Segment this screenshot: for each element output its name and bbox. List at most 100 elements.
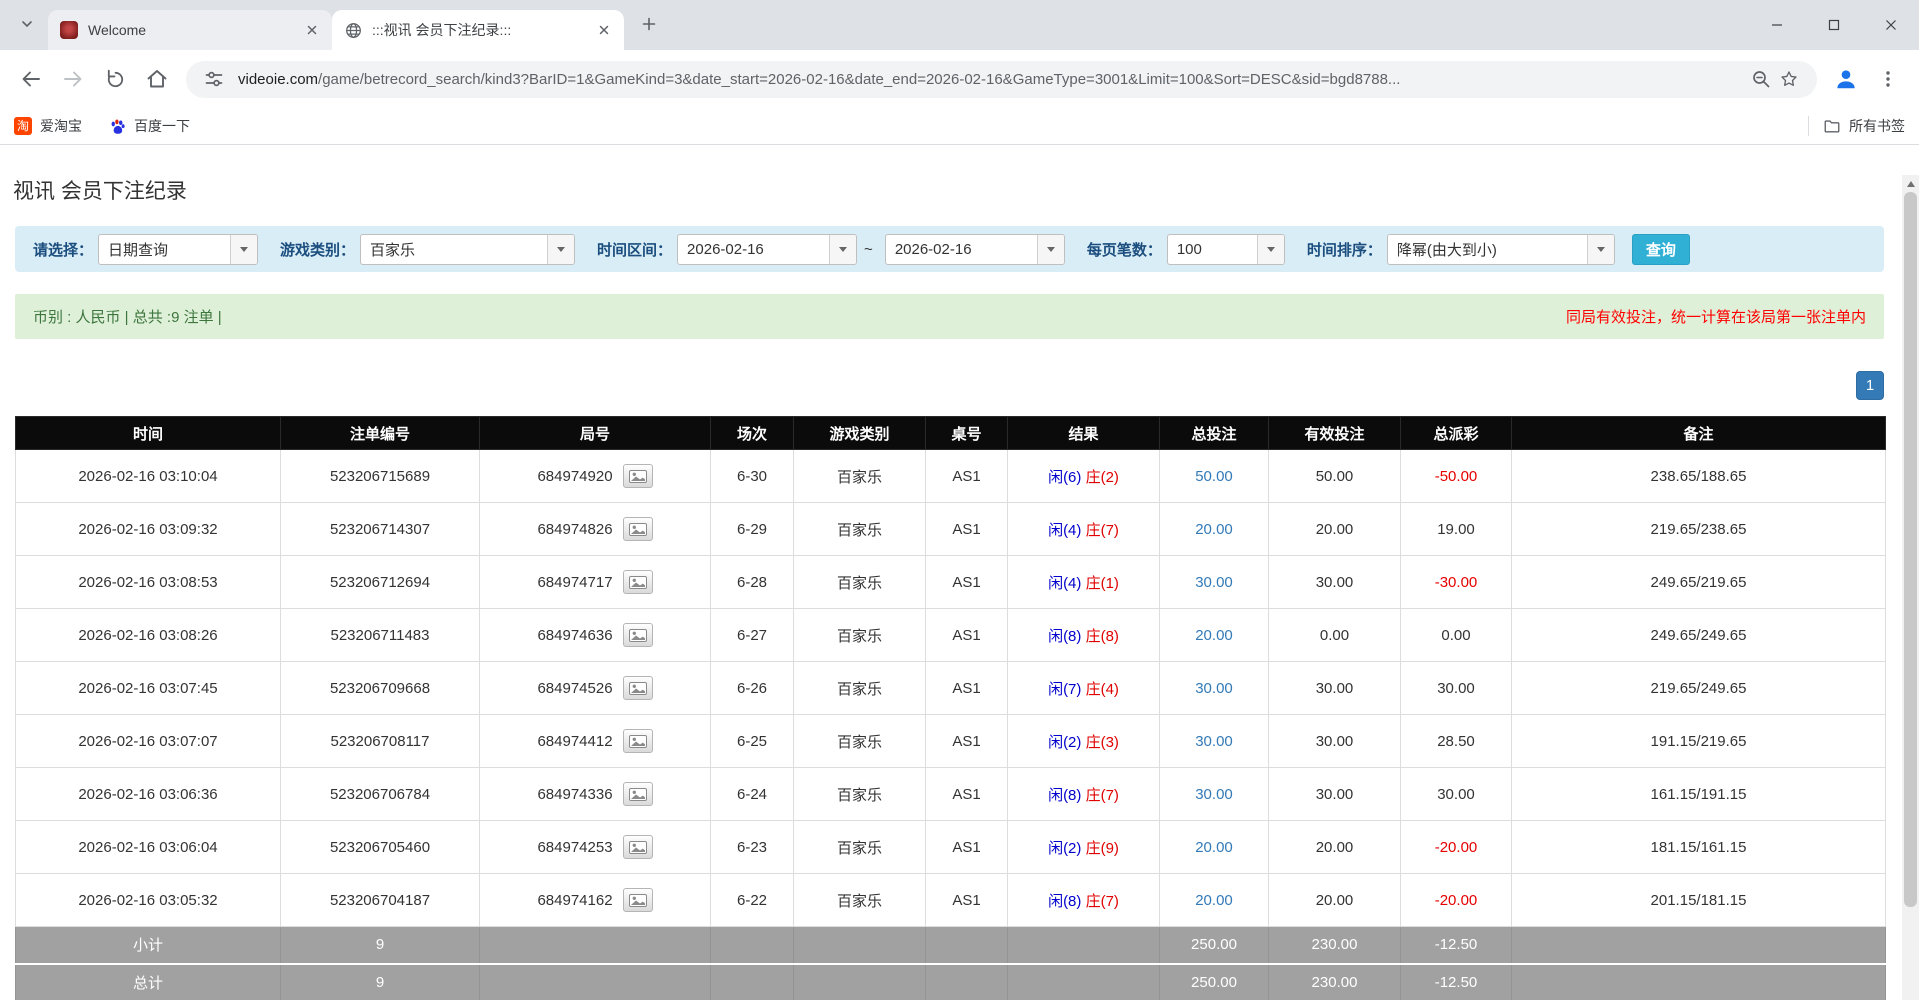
game-type-cell: 百家乐 xyxy=(794,821,926,874)
url-path: /game/betrecord_search/kind3?BarID=1&Gam… xyxy=(318,71,1400,88)
valid-bet-cell: 0.00 xyxy=(1269,609,1401,662)
url-text: videoie.com/game/betrecord_search/kind3?… xyxy=(238,71,1747,88)
maximize-button[interactable] xyxy=(1805,0,1862,50)
date-mode-value: 日期查询 xyxy=(99,235,230,264)
replay-video-button[interactable] xyxy=(623,888,653,912)
replay-video-button[interactable] xyxy=(623,570,653,594)
close-button[interactable] xyxy=(1862,0,1919,50)
tab-close-icon[interactable] xyxy=(302,20,322,40)
dropdown-arrow-icon[interactable] xyxy=(1257,235,1284,264)
bookmark-baidu[interactable]: 百度一下 xyxy=(108,116,190,136)
round-number: 684974412 xyxy=(537,733,612,750)
round-number: 684974253 xyxy=(537,839,612,856)
game-type-select[interactable]: 百家乐 xyxy=(360,234,575,265)
filter-label-sort: 时间排序： xyxy=(1307,239,1382,260)
tab-close-icon[interactable] xyxy=(594,20,614,40)
zoom-icon[interactable] xyxy=(1747,65,1775,93)
browser-menu-button[interactable] xyxy=(1870,61,1906,97)
footer-empty-cell xyxy=(794,927,926,964)
result-banker: 庄(9) xyxy=(1086,840,1119,857)
date-end-select[interactable]: 2026-02-16 xyxy=(885,234,1065,265)
dropdown-arrow-icon[interactable] xyxy=(829,235,856,264)
replay-video-button[interactable] xyxy=(623,676,653,700)
bet-id-cell: 523206712694 xyxy=(281,556,480,609)
baidu-paw-icon xyxy=(108,117,126,135)
all-bookmarks-label: 所有书签 xyxy=(1849,116,1905,136)
session-cell: 6-26 xyxy=(711,662,794,715)
page-1-button[interactable]: 1 xyxy=(1856,371,1884,400)
game-type-cell: 百家乐 xyxy=(794,609,926,662)
tab-search-button[interactable] xyxy=(12,11,42,41)
dropdown-arrow-icon[interactable] xyxy=(230,235,257,264)
payout-cell: 0.00 xyxy=(1401,609,1512,662)
forward-button[interactable] xyxy=(55,61,91,97)
bet-id-cell: 523206704187 xyxy=(281,874,480,927)
time-cell: 2026-02-16 03:10:04 xyxy=(16,450,281,503)
col-header-time: 时间 xyxy=(16,417,281,450)
total-bet-cell: 30.00 xyxy=(1160,556,1269,609)
tab-bet-record[interactable]: :::视讯 会员下注纪录::: xyxy=(332,10,624,50)
table-no-cell: AS1 xyxy=(926,768,1008,821)
footer-empty-cell xyxy=(1008,964,1160,1000)
minimize-button[interactable] xyxy=(1748,0,1805,50)
result-player: 闲(8) xyxy=(1048,893,1081,910)
date-start-select[interactable]: 2026-02-16 xyxy=(677,234,857,265)
result-cell: 闲(6) 庄(2) xyxy=(1008,450,1160,503)
footer-count-cell: 9 xyxy=(281,964,480,1000)
table-no-cell: AS1 xyxy=(926,609,1008,662)
session-cell: 6-27 xyxy=(711,609,794,662)
payout-cell: 30.00 xyxy=(1401,768,1512,821)
new-tab-button[interactable] xyxy=(634,11,664,41)
result-banker: 庄(1) xyxy=(1086,575,1119,592)
replay-video-button[interactable] xyxy=(623,517,653,541)
reload-button[interactable] xyxy=(97,61,133,97)
bookmark-star-icon[interactable] xyxy=(1775,65,1803,93)
footer-empty-cell xyxy=(711,964,794,1000)
game-type-value: 百家乐 xyxy=(361,235,547,264)
dropdown-arrow-icon[interactable] xyxy=(547,235,574,264)
round-cell: 684974253 xyxy=(480,821,711,874)
taobao-icon: 淘 xyxy=(14,117,32,135)
page-content: 视讯 会员下注纪录 请选择： 日期查询 游戏类别： 百家乐 时间区间： 2026… xyxy=(0,175,1902,1000)
round-number: 684974717 xyxy=(537,574,612,591)
url-bar[interactable]: videoie.com/game/betrecord_search/kind3?… xyxy=(186,61,1817,98)
date-mode-select[interactable]: 日期查询 xyxy=(98,234,258,265)
summary-currency-total: 币别 : 人民币 | 总共 :9 注单 | xyxy=(33,306,222,327)
dropdown-arrow-icon[interactable] xyxy=(1587,235,1614,264)
profile-avatar[interactable] xyxy=(1828,61,1864,97)
time-cell: 2026-02-16 03:07:45 xyxy=(16,662,281,715)
replay-video-button[interactable] xyxy=(623,729,653,753)
replay-video-button[interactable] xyxy=(623,623,653,647)
scrollbar-thumb[interactable] xyxy=(1904,192,1917,907)
table-header-row: 时间 注单编号 局号 场次 游戏类别 桌号 结果 总投注 有效投注 总派彩 备注 xyxy=(16,417,1886,450)
per-page-select[interactable]: 100 xyxy=(1167,234,1285,265)
folder-icon xyxy=(1823,117,1841,135)
range-separator: ~ xyxy=(864,241,873,258)
search-button[interactable]: 查询 xyxy=(1632,234,1690,265)
replay-video-button[interactable] xyxy=(623,464,653,488)
tab-welcome[interactable]: Welcome xyxy=(48,10,332,50)
game-type-cell: 百家乐 xyxy=(794,768,926,821)
back-button[interactable] xyxy=(13,61,49,97)
filter-label-select: 请选择： xyxy=(33,239,93,260)
result-cell: 闲(2) 庄(9) xyxy=(1008,821,1160,874)
browser-tab-bar: Welcome :::视讯 会员下注纪录::: xyxy=(0,0,1919,50)
total-bet-cell: 30.00 xyxy=(1160,768,1269,821)
col-header-table-no: 桌号 xyxy=(926,417,1008,450)
page-scrollbar[interactable] xyxy=(1902,175,1919,1000)
scrollbar-up-arrow[interactable] xyxy=(1902,175,1919,192)
dropdown-arrow-icon[interactable] xyxy=(1037,235,1064,264)
session-cell: 6-25 xyxy=(711,715,794,768)
replay-video-button[interactable] xyxy=(623,835,653,859)
result-banker: 庄(7) xyxy=(1086,522,1119,539)
bookmark-taobao[interactable]: 淘 爱淘宝 xyxy=(14,116,82,136)
home-button[interactable] xyxy=(139,61,175,97)
round-number: 684974826 xyxy=(537,521,612,538)
result-player: 闲(8) xyxy=(1048,628,1081,645)
replay-video-button[interactable] xyxy=(623,782,653,806)
round-number: 684974336 xyxy=(537,786,612,803)
bet-record-row: 2026-02-16 03:05:32523206704187684974162… xyxy=(16,874,1886,927)
sort-order-select[interactable]: 降幂(由大到小) xyxy=(1387,234,1615,265)
site-settings-icon[interactable] xyxy=(200,65,228,93)
all-bookmarks[interactable]: 所有书签 xyxy=(1808,116,1905,136)
